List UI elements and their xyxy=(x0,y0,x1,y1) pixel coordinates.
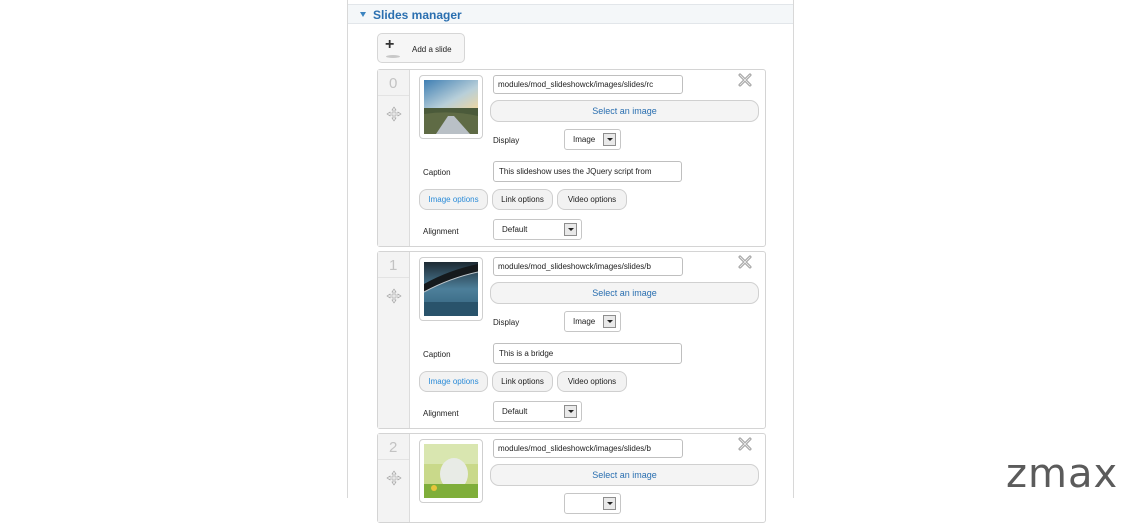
close-icon[interactable] xyxy=(738,437,752,451)
move-handle-icon[interactable] xyxy=(386,106,402,122)
plus-icon: + xyxy=(385,36,395,53)
slide-index: 2 xyxy=(389,439,398,456)
slide-thumbnail[interactable] xyxy=(419,75,483,139)
alignment-select-value: Default xyxy=(502,407,528,416)
thumbnail-image xyxy=(424,80,478,134)
divider xyxy=(378,277,409,278)
alignment-select[interactable]: Default xyxy=(493,219,582,240)
add-slide-label: Add a slide xyxy=(412,45,452,54)
image-path-input[interactable] xyxy=(493,439,683,458)
panel-title: Slides manager xyxy=(373,8,462,22)
chevron-down-icon xyxy=(603,315,616,328)
display-select[interactable] xyxy=(564,493,621,514)
chevron-down-icon xyxy=(603,497,616,510)
caption-input[interactable] xyxy=(493,343,682,364)
slides-manager-panel: Slides manager + Add a slide 0 modules/m… xyxy=(347,0,794,523)
alignment-label: Alignment xyxy=(423,409,459,418)
tab-video-options[interactable]: Video options xyxy=(557,371,627,392)
display-select-value: Image xyxy=(573,317,596,326)
alignment-select[interactable]: Default xyxy=(493,401,582,422)
select-image-button[interactable]: Select an image xyxy=(490,464,759,486)
plus-icon-shadow xyxy=(386,55,400,58)
slide-item: 0 Select an image xyxy=(377,69,766,247)
slide-item: 2 Select an image xyxy=(377,433,766,523)
slide-index: 0 xyxy=(389,75,398,92)
slide-item: 1 Select an image xyxy=(377,251,766,429)
display-select[interactable]: Image xyxy=(564,311,621,332)
slide-number-column: 0 xyxy=(378,70,410,246)
divider xyxy=(378,95,409,96)
alignment-label: Alignment xyxy=(423,227,459,236)
thumbnail-image xyxy=(424,444,478,498)
select-image-button[interactable]: Select an image xyxy=(490,100,759,122)
tab-link-options[interactable]: Link options xyxy=(492,189,553,210)
alignment-select-value: Default xyxy=(502,225,528,234)
tab-link-options[interactable]: Link options xyxy=(492,371,553,392)
close-icon[interactable] xyxy=(738,255,752,269)
tab-video-options[interactable]: Video options xyxy=(557,189,627,210)
chevron-down-icon xyxy=(564,223,577,236)
add-slide-button[interactable]: + Add a slide xyxy=(377,33,465,63)
chevron-down-icon xyxy=(564,405,577,418)
image-path-input[interactable] xyxy=(493,75,683,94)
divider xyxy=(378,459,409,460)
display-select-value: Image xyxy=(573,135,596,144)
thumbnail-image xyxy=(424,262,478,316)
watermark: zmax xyxy=(1006,451,1119,497)
collapse-triangle-icon[interactable] xyxy=(360,12,366,17)
move-handle-icon[interactable] xyxy=(386,470,402,486)
slide-index: 1 xyxy=(389,257,398,274)
tab-image-options[interactable]: Image options xyxy=(419,189,488,210)
tab-image-options[interactable]: Image options xyxy=(419,371,488,392)
select-image-button[interactable]: Select an image xyxy=(490,282,759,304)
display-select[interactable]: Image xyxy=(564,129,621,150)
caption-label: Caption xyxy=(423,168,451,177)
slide-thumbnail[interactable] xyxy=(419,439,483,503)
caption-input[interactable] xyxy=(493,161,682,182)
panel-header[interactable]: Slides manager xyxy=(348,4,793,24)
slide-number-column: 1 xyxy=(378,252,410,428)
close-icon[interactable] xyxy=(738,73,752,87)
slide-thumbnail[interactable] xyxy=(419,257,483,321)
caption-label: Caption xyxy=(423,350,451,359)
display-label: Display xyxy=(493,136,520,145)
slide-number-column: 2 xyxy=(378,434,410,522)
move-handle-icon[interactable] xyxy=(386,288,402,304)
display-label: Display xyxy=(493,318,520,327)
chevron-down-icon xyxy=(603,133,616,146)
image-path-input[interactable] xyxy=(493,257,683,276)
